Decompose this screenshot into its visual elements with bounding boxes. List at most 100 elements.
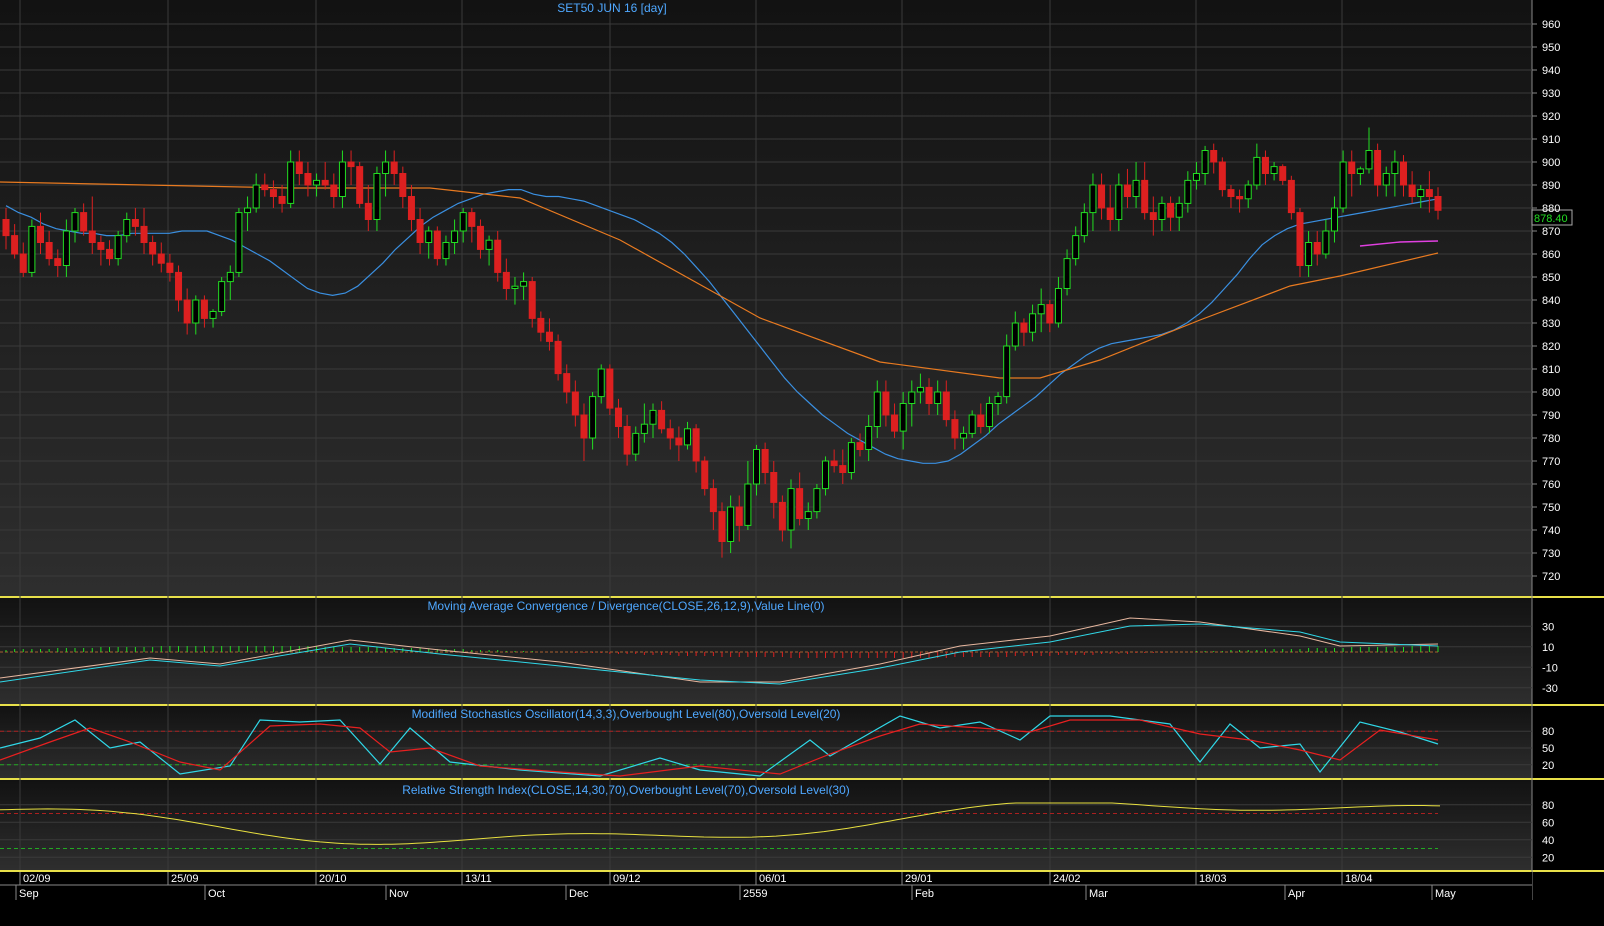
candle-body: [753, 449, 761, 485]
price-tick-label: 820: [1542, 341, 1560, 353]
date-label-upper: 25/09: [171, 873, 199, 885]
date-label-upper: 20/10: [319, 873, 347, 885]
candle-body: [114, 235, 122, 260]
candle-body: [1175, 202, 1183, 218]
candle-body: [925, 386, 933, 404]
candle-body: [28, 225, 36, 273]
candle-body: [97, 242, 105, 250]
rsi-title: Relative Strength Index(CLOSE,14,30,70),…: [402, 783, 850, 797]
candle-body: [1167, 202, 1175, 218]
indicator-tick-label: 80: [1542, 726, 1554, 738]
candle-body: [468, 212, 476, 227]
candle-body: [1244, 184, 1252, 200]
date-label-upper: 06/01: [759, 873, 787, 885]
date-label-upper: 02/09: [23, 873, 51, 885]
indicator-tick-label: 60: [1542, 817, 1554, 829]
indicator-tick-label: 20: [1542, 760, 1554, 772]
price-tick-label: 790: [1542, 410, 1560, 422]
candle-body: [658, 409, 666, 430]
indicator-tick-label: -10: [1542, 662, 1558, 674]
candle-body: [390, 161, 398, 174]
candle-body: [1063, 258, 1071, 290]
candle-body: [485, 239, 493, 250]
candle-body: [985, 403, 993, 427]
price-tick-label: 830: [1542, 318, 1560, 330]
date-label-upper: 29/01: [905, 873, 933, 885]
candle-body: [1106, 207, 1114, 220]
candle-body: [183, 299, 191, 324]
candle-body: [1201, 150, 1209, 174]
candle-body: [1037, 304, 1045, 315]
candle-body: [1270, 166, 1278, 175]
candle-body: [295, 161, 303, 174]
candle-body: [1054, 288, 1062, 324]
candle-body: [839, 465, 847, 474]
candle-body: [226, 271, 234, 283]
candle-body: [908, 391, 916, 404]
candle-body: [597, 368, 605, 398]
date-label-lower: Mar: [1089, 888, 1108, 900]
candle-body: [106, 248, 114, 260]
candle-body: [278, 196, 286, 204]
candle-body: [37, 225, 45, 243]
candle-body: [683, 428, 691, 446]
candle-body: [735, 506, 743, 526]
candle-body: [1011, 322, 1019, 347]
candle-body: [1434, 196, 1442, 211]
candle-body: [1382, 173, 1390, 186]
candle-body: [88, 230, 96, 243]
candle-body: [994, 396, 1002, 405]
candle-body: [192, 299, 200, 324]
set50-chart: SET50 JUN 16 [day] Moving Average Conver…: [0, 0, 1604, 900]
candle-body: [718, 511, 726, 543]
price-tick-label: 870: [1542, 226, 1560, 238]
candle-body: [1227, 189, 1235, 198]
candle-body: [623, 426, 631, 455]
indicator-tick-label: 80: [1542, 800, 1554, 812]
candle-body: [1098, 184, 1106, 209]
candle-body: [399, 173, 407, 197]
candle-body: [476, 225, 484, 250]
candle-body: [804, 511, 812, 520]
candle-body: [200, 299, 208, 319]
candle-body: [709, 488, 717, 513]
candle-body: [1287, 179, 1295, 214]
candle-body: [1305, 242, 1313, 266]
candle-body: [649, 409, 657, 425]
candle-body: [899, 403, 907, 432]
candle-body: [511, 285, 519, 290]
candle-body: [830, 460, 838, 467]
candle-body: [442, 242, 450, 260]
candle-body: [1184, 179, 1192, 204]
date-label-lower: Sep: [19, 888, 39, 900]
candle-body: [1158, 202, 1166, 220]
candle-body: [1425, 189, 1433, 198]
candle-body: [261, 184, 269, 191]
date-label-lower: Feb: [915, 888, 934, 900]
candle-body: [451, 230, 459, 243]
candle-body: [330, 184, 338, 197]
candle-body: [149, 242, 157, 255]
candle-body: [727, 506, 735, 542]
chart-root: SET50 JUN 16 [day] Moving Average Conver…: [0, 0, 1604, 921]
candle-body: [287, 161, 295, 204]
candle-body: [640, 423, 648, 434]
candle-body: [1348, 161, 1356, 174]
candle-body: [1210, 150, 1218, 163]
price-tick-label: 780: [1542, 433, 1560, 445]
candle-body: [313, 179, 321, 186]
candle-body: [407, 196, 415, 220]
candle-body: [54, 258, 62, 267]
candle-body: [951, 419, 959, 439]
candle-body: [856, 442, 864, 451]
candle-body: [356, 166, 364, 204]
candle-body: [537, 317, 545, 333]
candle-body: [847, 442, 855, 474]
candle-body: [244, 207, 252, 214]
candle-body: [175, 271, 183, 301]
candle-body: [520, 281, 528, 287]
candle-body: [1296, 212, 1304, 267]
candle-body: [166, 262, 174, 273]
candle-body: [1192, 173, 1200, 181]
candle-body: [131, 219, 139, 227]
